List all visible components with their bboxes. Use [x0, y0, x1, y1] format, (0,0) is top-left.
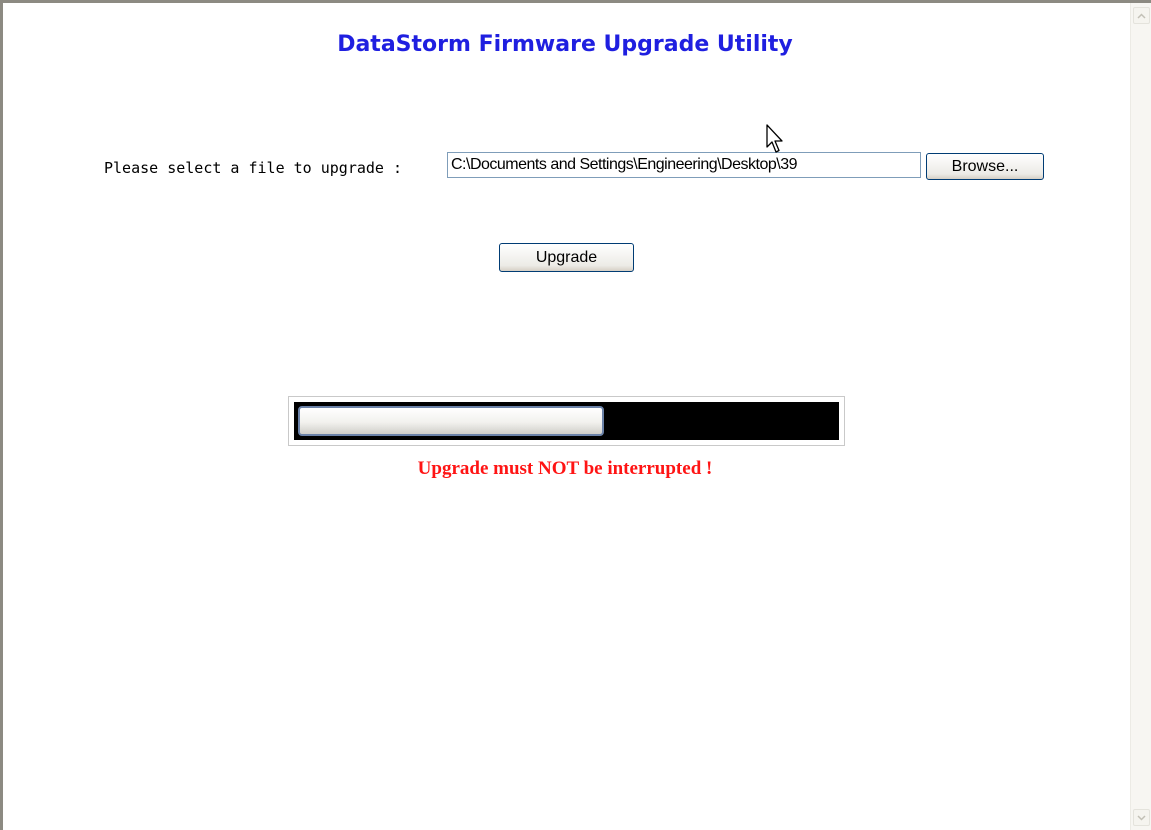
chevron-up-icon	[1137, 12, 1146, 19]
scroll-up-button[interactable]	[1133, 7, 1150, 24]
progress-fill	[298, 406, 604, 436]
scroll-down-button[interactable]	[1133, 809, 1150, 826]
warning-message: Upgrade must NOT be interrupted !	[417, 458, 713, 479]
progress-bar	[288, 396, 845, 446]
page-title: DataStorm Firmware Upgrade Utility	[337, 32, 793, 57]
chevron-down-icon	[1137, 814, 1146, 821]
upgrade-button[interactable]: Upgrade	[499, 243, 634, 272]
progress-track	[294, 402, 839, 440]
browse-button[interactable]: Browse...	[926, 153, 1044, 180]
file-select-label: Please select a file to upgrade :	[104, 159, 403, 177]
mouse-pointer-icon	[766, 124, 783, 153]
file-path-input[interactable]: C:\Documents and Settings\Engineering\De…	[447, 152, 921, 178]
vertical-scrollbar[interactable]	[1130, 3, 1151, 830]
